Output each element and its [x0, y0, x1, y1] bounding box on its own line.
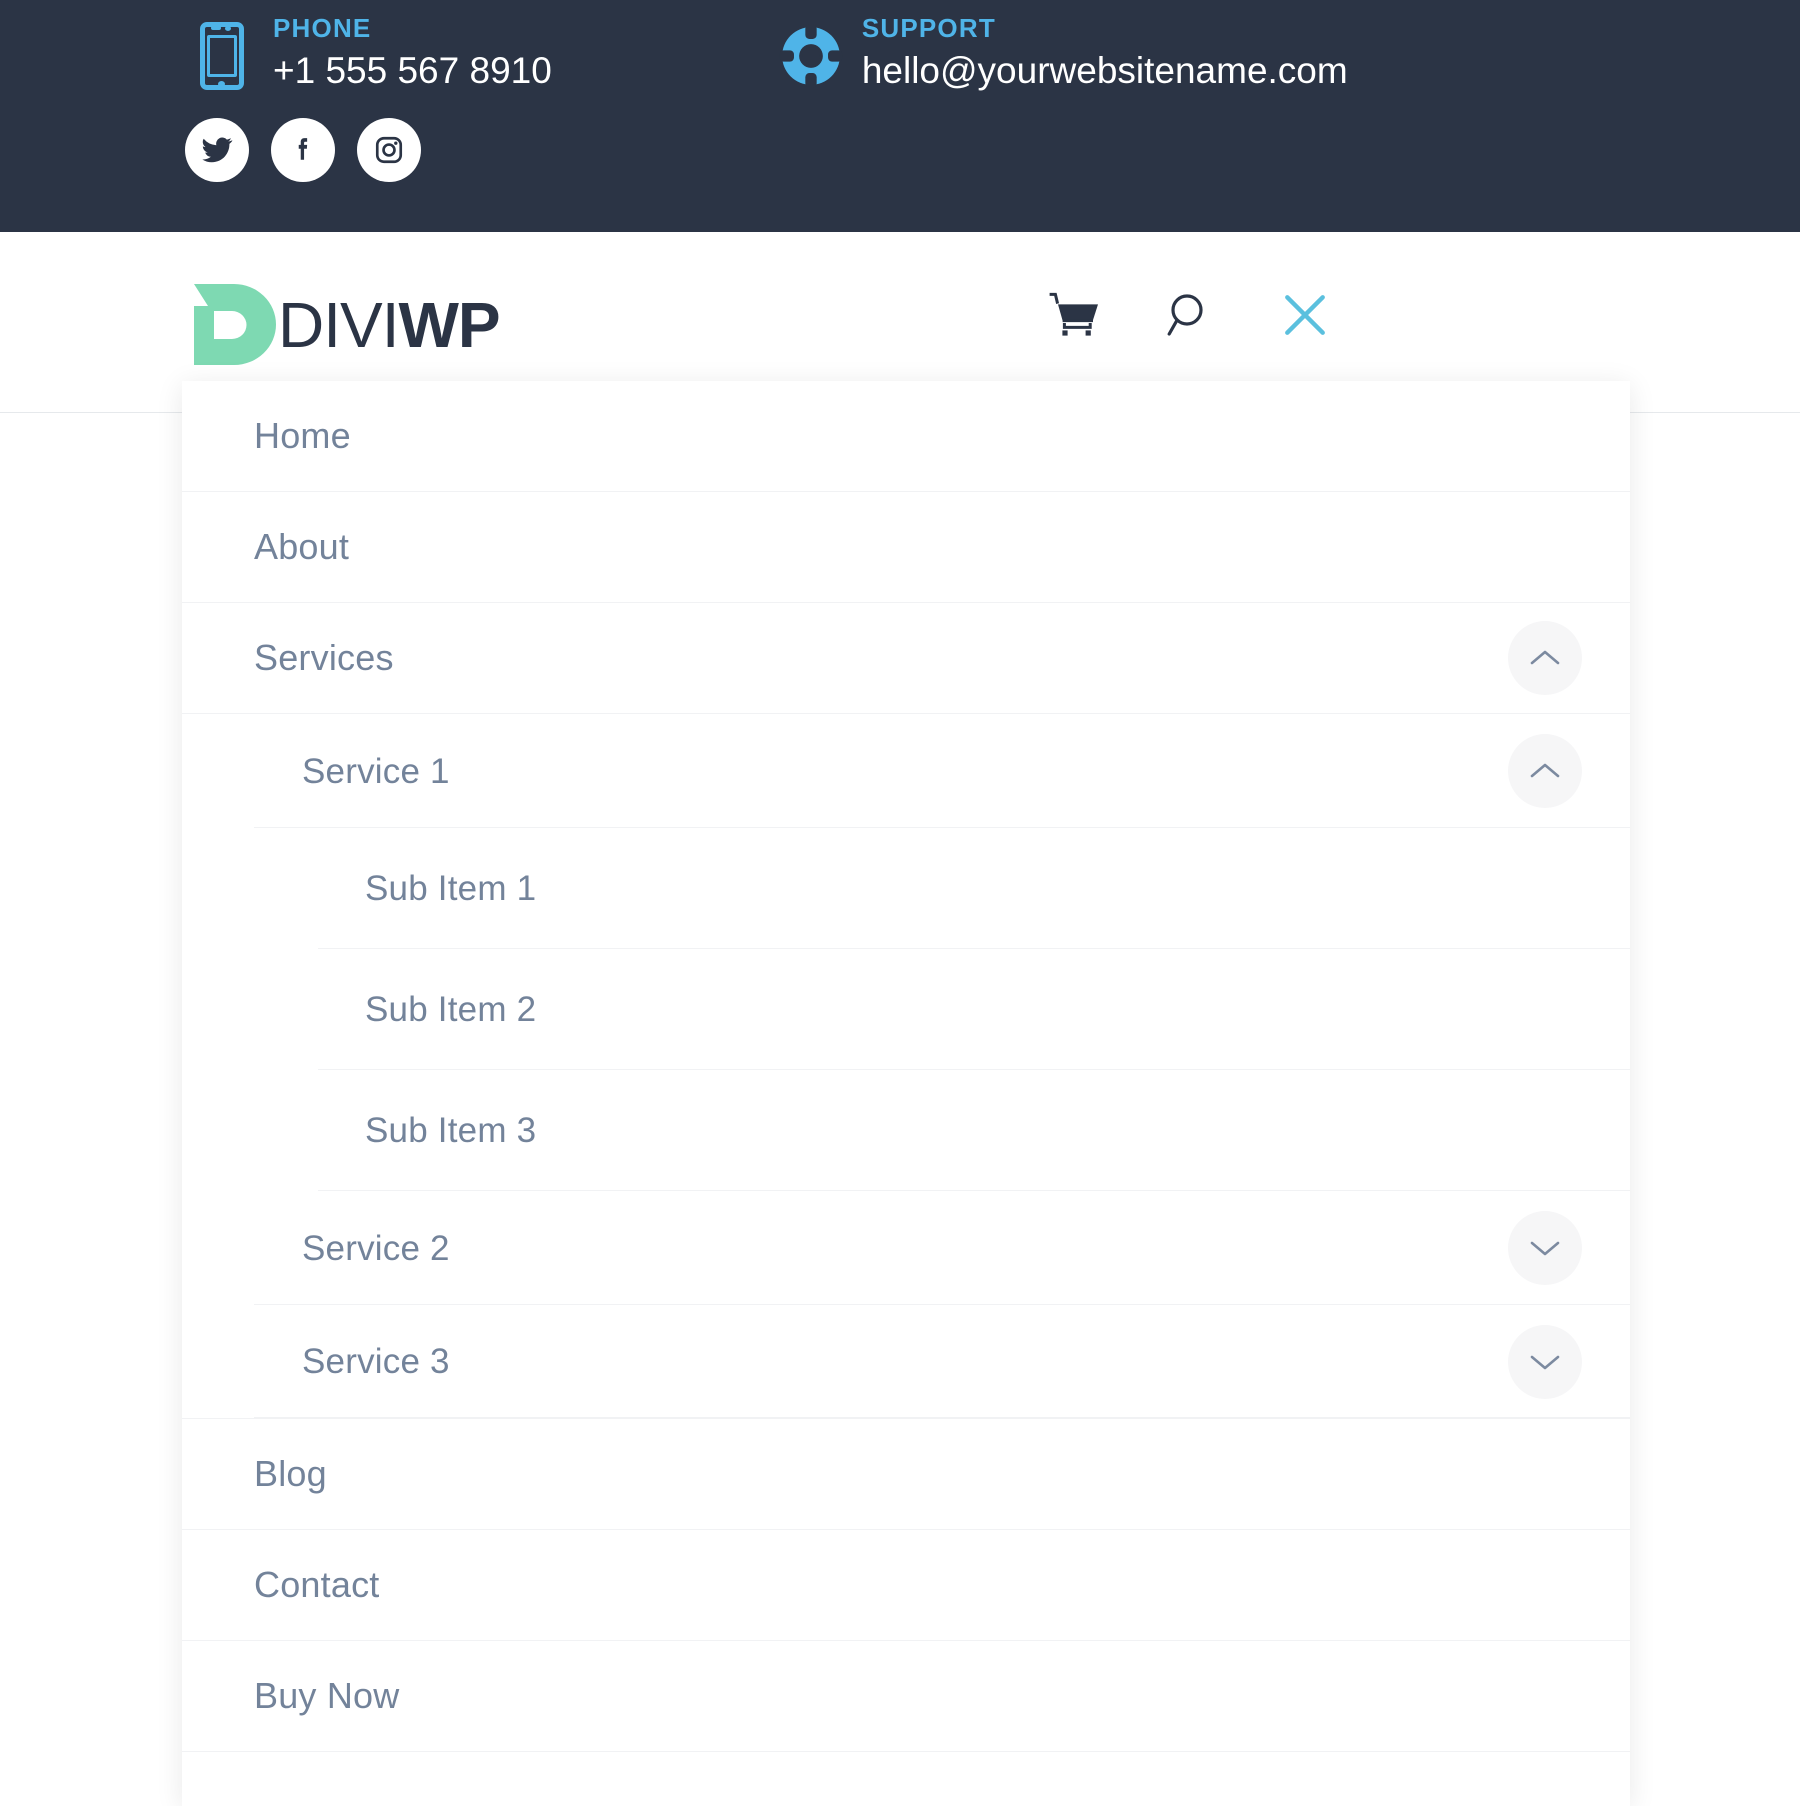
menu-item-label: Sub Item 1	[365, 871, 536, 906]
close-icon[interactable]	[1280, 290, 1330, 340]
menu-item-service-1[interactable]: Service 1	[182, 714, 1630, 828]
top-bar-inner: PHONE +1 555 567 8910	[185, 0, 1615, 232]
menu-item-sub-item-3[interactable]: Sub Item 3	[182, 1070, 1630, 1191]
phone-number[interactable]: +1 555 567 8910	[273, 47, 552, 95]
menu-item-label: Sub Item 3	[365, 1113, 536, 1148]
menu-item-service-2[interactable]: Service 2	[182, 1191, 1630, 1305]
menu-item-label: Services	[254, 640, 394, 676]
menu-item-sub-item-2[interactable]: Sub Item 2	[182, 949, 1630, 1070]
twitter-icon[interactable]	[185, 118, 249, 182]
menu-item-home[interactable]: Home	[182, 381, 1630, 492]
social-links	[185, 118, 421, 182]
facebook-icon[interactable]	[271, 118, 335, 182]
logo-text-light: DIVI	[278, 289, 398, 361]
menu-item-label: Contact	[254, 1567, 379, 1603]
logo-text-bold: WP	[398, 289, 499, 361]
chevron-down-icon[interactable]	[1508, 1325, 1582, 1399]
lifebuoy-icon	[774, 8, 848, 104]
chevron-up-icon[interactable]	[1508, 734, 1582, 808]
letter-d-mark	[190, 284, 276, 365]
menu-item-label: Service 1	[302, 754, 450, 789]
site-logo[interactable]: DIVIWP	[190, 284, 500, 365]
menu-item-label: About	[254, 529, 349, 565]
menu-item-sub-item-1[interactable]: Sub Item 1	[182, 828, 1630, 949]
menu-item-services[interactable]: Services	[182, 603, 1630, 714]
menu-item-label: Home	[254, 418, 351, 454]
menu-bottom-padding	[182, 1752, 1630, 1806]
instagram-icon[interactable]	[357, 118, 421, 182]
menu-item-label: Buy Now	[254, 1678, 399, 1714]
mobile-phone-icon	[185, 8, 259, 104]
menu-item-blog[interactable]: Blog	[182, 1419, 1630, 1530]
menu-item-about[interactable]: About	[182, 492, 1630, 603]
menu-item-contact[interactable]: Contact	[182, 1530, 1630, 1641]
top-contact-bar: PHONE +1 555 567 8910	[0, 0, 1800, 232]
mobile-menu-panel: Home About Services Service 1 Sub Item 1…	[182, 381, 1630, 1806]
support-contact-block[interactable]: SUPPORT hello@yourwebsitename.com	[774, 8, 1348, 104]
menu-item-service-3[interactable]: Service 3	[182, 1305, 1630, 1419]
menu-item-buy-now[interactable]: Buy Now	[182, 1641, 1630, 1752]
logo-wordmark: DIVIWP	[278, 293, 500, 357]
menu-item-label: Service 3	[302, 1344, 450, 1379]
chevron-down-icon[interactable]	[1508, 1211, 1582, 1285]
menu-item-label: Sub Item 2	[365, 992, 536, 1027]
support-label: SUPPORT	[862, 14, 1348, 43]
cart-icon[interactable]	[1048, 292, 1100, 338]
menu-item-label: Blog	[254, 1456, 327, 1492]
phone-label: PHONE	[273, 14, 552, 43]
chevron-up-icon[interactable]	[1508, 621, 1582, 695]
menu-item-label: Service 2	[302, 1231, 450, 1266]
header-icon-group	[1048, 290, 1330, 340]
phone-contact-block[interactable]: PHONE +1 555 567 8910	[185, 8, 552, 104]
support-email[interactable]: hello@yourwebsitename.com	[862, 47, 1348, 95]
contact-row: PHONE +1 555 567 8910	[185, 8, 1348, 108]
search-icon[interactable]	[1166, 291, 1214, 339]
